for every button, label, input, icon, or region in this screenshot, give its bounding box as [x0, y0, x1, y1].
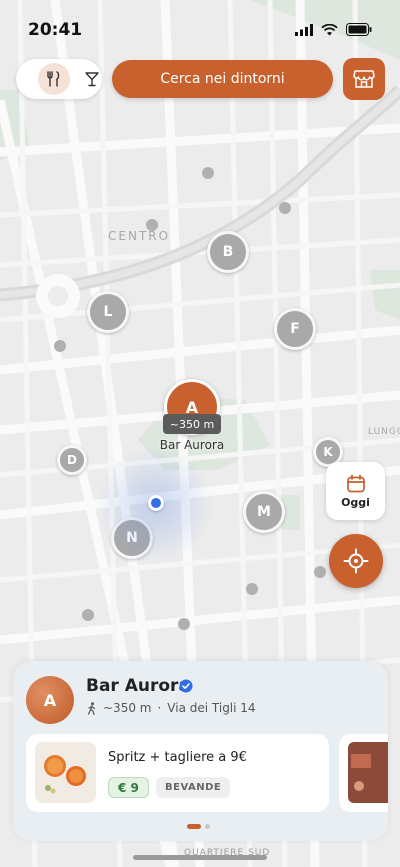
category-food-tab[interactable] — [38, 63, 70, 95]
map-dot[interactable] — [279, 202, 291, 214]
pager-dot — [205, 824, 210, 829]
map-dot[interactable] — [246, 583, 258, 595]
battery-icon — [346, 23, 372, 36]
map-dot[interactable] — [146, 219, 158, 231]
selected-venue-distance: ~350 m — [163, 414, 221, 434]
district-label-lungo: LUNGO — [368, 427, 400, 437]
home-indicator — [133, 855, 267, 860]
signal-icon — [295, 23, 313, 36]
wifi-icon — [321, 23, 338, 35]
offer-category-tag: BEVANDE — [156, 777, 231, 798]
locate-me-button[interactable] — [329, 534, 383, 588]
walking-icon — [87, 701, 96, 715]
map-dot[interactable] — [178, 618, 190, 630]
map-dot[interactable] — [82, 609, 94, 621]
verified-icon — [179, 679, 193, 693]
today-label: Oggi — [341, 495, 370, 509]
offer-card-next[interactable] — [339, 734, 388, 812]
user-location-dot — [148, 495, 164, 511]
storefront-icon — [353, 70, 375, 88]
status-bar: 20:41 — [0, 0, 400, 56]
pager-dot-active — [187, 824, 201, 829]
fork-knife-icon — [47, 71, 60, 87]
status-time: 20:41 — [28, 20, 83, 40]
meta-separator: · — [157, 701, 162, 715]
map-marker-m[interactable]: M — [243, 491, 285, 533]
offer-price-badge: € 9 — [108, 777, 149, 798]
map-dot[interactable] — [314, 566, 326, 578]
map-dot[interactable] — [202, 167, 214, 179]
map-marker-l[interactable]: L — [87, 291, 129, 333]
shop-button[interactable] — [343, 58, 385, 100]
map-marker-f[interactable]: F — [274, 308, 316, 350]
map-marker-d[interactable]: D — [57, 445, 87, 475]
cocktail-icon — [85, 72, 99, 87]
venue-bottom-sheet[interactable]: A Bar Aurora ~350 m · Via dei Tigli 14 S… — [13, 661, 388, 841]
today-filter-button[interactable]: Oggi — [326, 462, 385, 520]
category-toggle — [16, 59, 102, 99]
crosshair-icon — [343, 548, 369, 574]
offer-card[interactable]: Spritz + tagliere a 9€ € 9 BEVANDE — [26, 734, 329, 812]
search-nearby-button[interactable]: Cerca nei dintorni — [112, 60, 333, 98]
offers-pager — [187, 824, 210, 829]
calendar-icon — [346, 474, 365, 492]
offer-image — [35, 742, 96, 803]
venue-address: Via dei Tigli 14 — [167, 701, 256, 715]
venue-name: Bar Aurora — [86, 676, 190, 696]
map-dot[interactable] — [54, 340, 66, 352]
venue-meta: ~350 m · Via dei Tigli 14 — [87, 701, 256, 715]
venue-distance: ~350 m — [103, 701, 152, 715]
offer-title: Spritz + tagliere a 9€ — [108, 750, 247, 765]
category-drinks-tab[interactable] — [76, 63, 108, 95]
district-label-center: CENTRO — [108, 229, 170, 243]
venue-avatar: A — [26, 676, 74, 724]
map-marker-b[interactable]: B — [207, 231, 249, 273]
